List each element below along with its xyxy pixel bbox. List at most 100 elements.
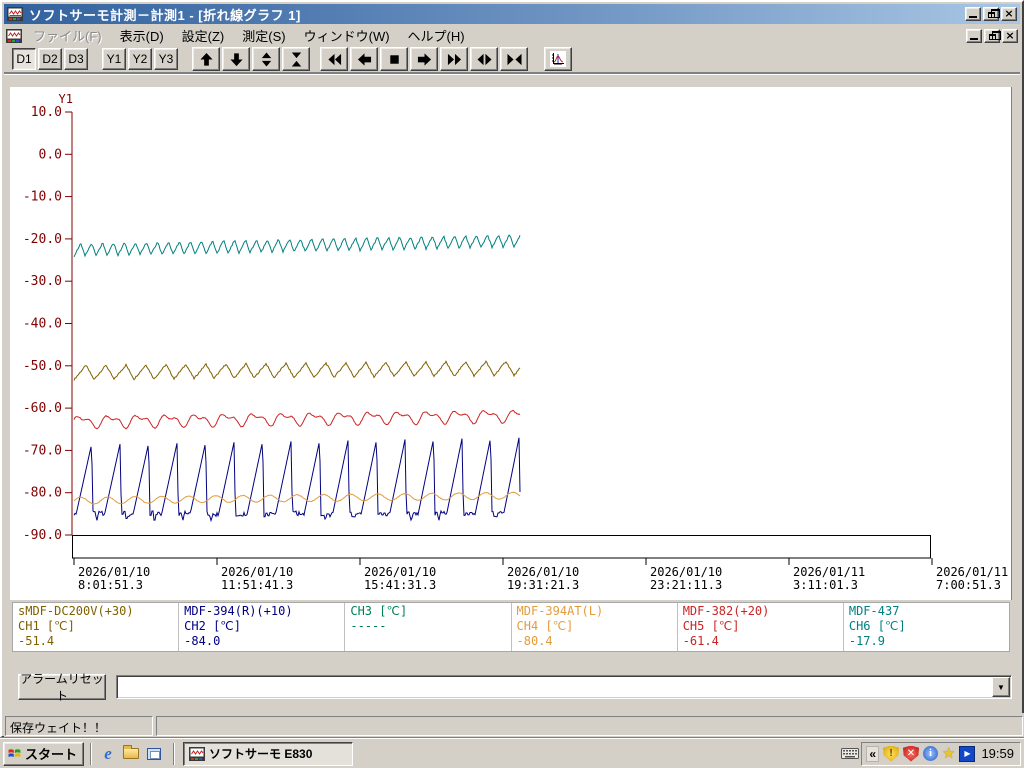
menu-help[interactable]: ヘルプ(H)	[399, 24, 474, 47]
compress-horizontal-button[interactable]	[500, 47, 528, 71]
menu-settings[interactable]: 設定(Z)	[173, 24, 234, 47]
y-axis-3-button[interactable]: Y3	[154, 48, 178, 70]
x-tick-date: 2026/01/10	[507, 565, 579, 579]
data-group-3-button[interactable]: D3	[64, 48, 88, 70]
favorites-star-icon[interactable]: ★	[942, 746, 955, 761]
channel-current-value: -61.4	[682, 634, 719, 648]
channel-legend: sMDF-DC200V(+30) CH1 [℃] -51.4 MDF-394(R)(+…	[12, 602, 1010, 652]
expand-horizontal-button[interactable]	[470, 47, 498, 71]
scroll-down-button[interactable]	[222, 47, 250, 71]
child-restore-button[interactable]	[984, 28, 1001, 43]
toolbar: D1 D2 D3 Y1 Y2 Y3	[4, 46, 1020, 74]
menu-window[interactable]: ウィンドウ(W)	[295, 24, 399, 47]
child-minimize-button[interactable]	[966, 28, 982, 43]
child-window-icon[interactable]	[6, 28, 24, 44]
window-title: ソフトサーモ計測－計測1 - [折れ線グラフ 1]	[29, 7, 301, 23]
taskbar-clock[interactable]: 19:59	[979, 746, 1014, 761]
app-window: ソフトサーモ計測－計測1 - [折れ線グラフ 1] × ファイル(F) 表示(D…	[0, 0, 1024, 738]
channel-current-value: -----	[350, 619, 387, 633]
y-tick-label: -20.0	[23, 232, 62, 247]
time-range-selector[interactable]	[72, 535, 931, 559]
show-desktop-icon[interactable]	[144, 744, 164, 764]
child-close-button[interactable]: ×	[1002, 28, 1018, 43]
status-message: 保存ウェイト！！	[5, 716, 153, 736]
close-button[interactable]: ×	[1001, 7, 1017, 21]
y-tick-label: -70.0	[23, 443, 62, 458]
x-tick-time: 8:01:51.3	[78, 578, 143, 592]
menu-measure[interactable]: 測定(S)	[233, 24, 294, 47]
legend-cell-ch1[interactable]: sMDF-DC200V(+30) CH1 [℃] -51.4	[13, 603, 180, 651]
minimize-button[interactable]	[965, 7, 981, 21]
media-play-icon[interactable]: ▶	[959, 745, 976, 762]
legend-cell-ch3[interactable]: CH3 [℃] -----	[345, 603, 512, 651]
jump-to-start-button[interactable]	[320, 47, 348, 71]
x-tick-time: 11:51:41.3	[221, 578, 293, 592]
child-close-icon: ×	[1005, 28, 1015, 42]
info-balloon-icon[interactable]: i	[923, 746, 938, 761]
step-back-button[interactable]	[350, 47, 378, 71]
compress-vertical-button[interactable]	[282, 47, 310, 71]
y-tick-label: -10.0	[23, 190, 62, 205]
menu-file[interactable]: ファイル(F)	[24, 24, 111, 47]
x-tick-time: 23:21:11.3	[650, 578, 722, 592]
legend-cell-ch4[interactable]: MDF-394AT(L) CH4 [℃] -80.4	[512, 603, 678, 651]
step-forward-button[interactable]	[410, 47, 438, 71]
x-tick-date: 2026/01/11	[936, 565, 1008, 579]
y-axis-2-button[interactable]: Y2	[128, 48, 152, 70]
taskbar-separator	[90, 742, 93, 765]
channel-name: MDF-394AT(L)	[516, 604, 604, 618]
series-ch1-line	[73, 360, 521, 381]
child-minimize-icon	[970, 37, 978, 40]
channel-name: MDF-437	[848, 604, 900, 618]
channel-current-value: -51.4	[18, 634, 55, 648]
combobox-dropdown-button[interactable]: ▼	[992, 677, 1010, 697]
x-tick-date: 2026/01/10	[364, 565, 436, 579]
security-warning-shield-icon[interactable]: !	[883, 745, 899, 762]
graph-settings-button[interactable]	[544, 47, 572, 71]
scroll-up-button[interactable]	[192, 47, 220, 71]
task-button-softthermo[interactable]: ソフトサーモ E830	[183, 741, 354, 766]
y-tick-label: -50.0	[23, 359, 62, 374]
x-tick-time: 3:11:01.3	[793, 578, 858, 592]
windows-logo-icon	[8, 748, 21, 757]
alarm-combobox[interactable]: ▼	[116, 675, 1012, 699]
x-tick-time: 15:41:31.3	[364, 578, 436, 592]
data-group-1-button[interactable]: D1	[12, 48, 36, 70]
alarm-reset-button[interactable]: アラームリセット	[18, 672, 106, 703]
minimize-icon	[969, 16, 977, 18]
channel-id: CH2 [℃]	[184, 619, 241, 633]
expand-vertical-button[interactable]	[252, 47, 280, 71]
menu-view[interactable]: 表示(D)	[111, 24, 173, 47]
folder-icon[interactable]	[121, 744, 141, 764]
keyboard-icon[interactable]	[841, 748, 860, 759]
y-axis-1-button[interactable]: Y1	[102, 48, 126, 70]
app-icon	[189, 746, 206, 761]
data-group-2-button[interactable]: D2	[38, 48, 62, 70]
status-secondary	[156, 716, 1023, 736]
channel-id: CH5 [℃]	[682, 619, 740, 633]
y-tick-label: -80.0	[23, 486, 62, 501]
collapse-chevron-icon[interactable]: «	[866, 745, 879, 762]
start-button[interactable]: スタート	[3, 741, 85, 766]
channel-current-value: -80.4	[516, 634, 553, 648]
series-ch2-line	[73, 437, 521, 523]
chart-client-area: Y1 10.0 0.0 -10.0 -20.0 -30.0 -40.0 -50.0 -60.0 -…	[4, 76, 1020, 713]
y-tick-label: 10.0	[31, 105, 62, 120]
line-chart[interactable]: Y1 10.0 0.0 -10.0 -20.0 -30.0 -40.0 -50.0 -60.0 -…	[10, 87, 1012, 600]
menu-bar: ファイル(F) 表示(D) 設定(Z) 測定(S) ウィンドウ(W) ヘルプ(H…	[4, 25, 1020, 46]
restore-button[interactable]	[983, 7, 1000, 21]
legend-cell-ch6[interactable]: MDF-437 CH6 [℃] -17.9	[844, 603, 1009, 651]
stop-button[interactable]	[380, 47, 408, 71]
title-bar[interactable]: ソフトサーモ計測－計測1 - [折れ線グラフ 1] ×	[4, 4, 1020, 24]
channel-current-value: -84.0	[184, 634, 221, 648]
legend-cell-ch5[interactable]: MDF-382(+20) CH5 [℃] -61.4	[678, 603, 844, 651]
channel-current-value: -17.9	[848, 634, 885, 648]
series-ch4-line	[73, 491, 521, 505]
legend-cell-ch2[interactable]: MDF-394(R)(+10) CH2 [℃] -84.0	[179, 603, 346, 651]
internet-explorer-icon[interactable]: e	[98, 744, 118, 764]
jump-to-end-button[interactable]	[440, 47, 468, 71]
y-tick-label: -40.0	[23, 317, 62, 332]
security-alert-shield-icon[interactable]: ✕	[903, 745, 919, 762]
x-tick-date: 2026/01/11	[793, 565, 865, 579]
x-tick-time: 7:00:51.3	[936, 578, 1001, 592]
